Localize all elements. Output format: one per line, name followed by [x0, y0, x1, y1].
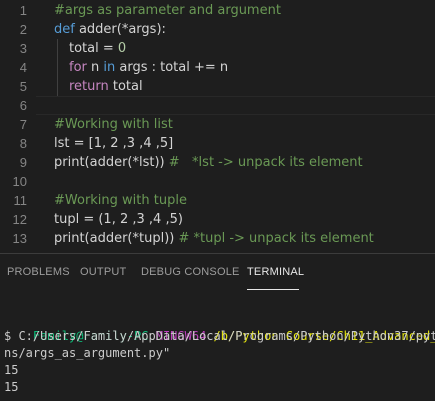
code-line[interactable]: 3 total = 0: [0, 39, 435, 58]
terminal-output-line: 15: [4, 363, 19, 377]
terminal-command-line: $ C:/Users/Family/AppData/Local/Programs…: [4, 329, 435, 343]
terminal-command-line-wrap: ns/args_as_argument.py": [4, 346, 171, 360]
code-token: tupl = (1, 2 ,3 ,4 ,5): [54, 212, 183, 227]
code-line[interactable]: 11 #Working with tuple: [0, 191, 435, 210]
code-line[interactable]: 5 return total: [0, 77, 435, 96]
code-line[interactable]: 2 def adder(*args):: [0, 20, 435, 39]
code-comment: # *tupl -> unpack its element: [178, 231, 374, 246]
code-token: n: [86, 60, 104, 75]
line-number: 2: [19, 22, 27, 37]
code-token: #args as parameter and argument: [54, 3, 281, 18]
code-token: for: [69, 60, 87, 75]
code-token: args : total += n: [115, 60, 229, 75]
code-line[interactable]: 13 print(adder(*tupl)) # *tupl -> unpack …: [0, 229, 435, 248]
code-line[interactable]: 12 tupl = (1, 2 ,3 ,4 ,5): [0, 210, 435, 229]
line-number: 3: [19, 41, 27, 56]
tab-problems[interactable]: PROBLEMS: [7, 266, 70, 278]
line-number: 11: [13, 193, 28, 208]
code-text: for n in args : total += n: [69, 58, 228, 77]
panel-tab-bar: PROBLEMS OUTPUT DEBUG CONSOLE TERMINAL: [0, 254, 435, 290]
code-text: #Working with tuple: [54, 191, 187, 210]
code-line[interactable]: 6: [0, 96, 435, 115]
code-line[interactable]: 7 #Working with list: [0, 115, 435, 134]
line-number: 6: [19, 98, 27, 113]
terminal-output-line: 15: [4, 380, 19, 394]
code-line[interactable]: 8 lst = [1, 2 ,3 ,4 ,5]: [0, 134, 435, 153]
code-token: def: [54, 22, 75, 37]
code-text: total = 0: [69, 39, 126, 58]
code-token: #Working with list: [54, 117, 173, 132]
code-text: print(adder(*tupl)) # *tupl -> unpack it…: [54, 229, 374, 248]
code-token: in: [103, 60, 116, 75]
code-token: #Working with tuple: [54, 193, 187, 208]
line-number: 4: [19, 60, 27, 75]
tab-output[interactable]: OUTPUT: [80, 266, 126, 278]
code-token: return: [69, 79, 109, 94]
line-number: 12: [12, 212, 27, 227]
code-token: lst = [1, 2 ,3 ,4 ,5]: [54, 136, 174, 151]
code-text: tupl = (1, 2 ,3 ,4 ,5): [54, 210, 183, 229]
code-text: #Working with list: [54, 115, 173, 134]
line-number: 10: [12, 174, 27, 189]
line-number: 9: [19, 155, 27, 170]
line-number: 1: [19, 3, 27, 18]
line-number: 13: [12, 231, 27, 246]
code-comment: # *lst -> unpack its element: [168, 155, 363, 170]
code-token: print(adder(*lst)): [54, 155, 169, 170]
code-text: lst = [1, 2 ,3 ,4 ,5]: [54, 134, 173, 153]
code-text: def adder(*args):: [54, 20, 166, 39]
code-line[interactable]: 9 print(adder(*lst)) # *lst -> unpack its…: [0, 153, 435, 172]
code-editor[interactable]: 1 #args as parameter and argument 2 def add…: [0, 0, 435, 252]
code-text: return total: [69, 77, 143, 96]
line-number: 8: [19, 136, 27, 151]
code-token: total: [108, 79, 143, 94]
tab-debug-console[interactable]: DEBUG CONSOLE: [141, 266, 240, 278]
code-text: print(adder(*lst)) # *lst -> unpack its …: [54, 153, 363, 172]
code-token: print(adder(*tupl)): [54, 231, 179, 246]
code-token: adder(*args):: [74, 22, 166, 37]
code-line[interactable]: 1 #args as parameter and argument: [0, 1, 435, 20]
terminal-view[interactable]: Family@Family-PC MINGW64 /b/Python Cours…: [0, 290, 435, 401]
line-number: 7: [19, 117, 27, 132]
code-token: total =: [69, 41, 118, 56]
code-text: #args as parameter and argument: [54, 1, 281, 20]
code-line[interactable]: 4 for n in args : total += n: [0, 58, 435, 77]
code-token: 0: [117, 41, 127, 56]
code-line[interactable]: 10: [0, 172, 435, 191]
tab-terminal[interactable]: TERMINAL: [247, 266, 304, 278]
line-number: 5: [19, 79, 27, 94]
